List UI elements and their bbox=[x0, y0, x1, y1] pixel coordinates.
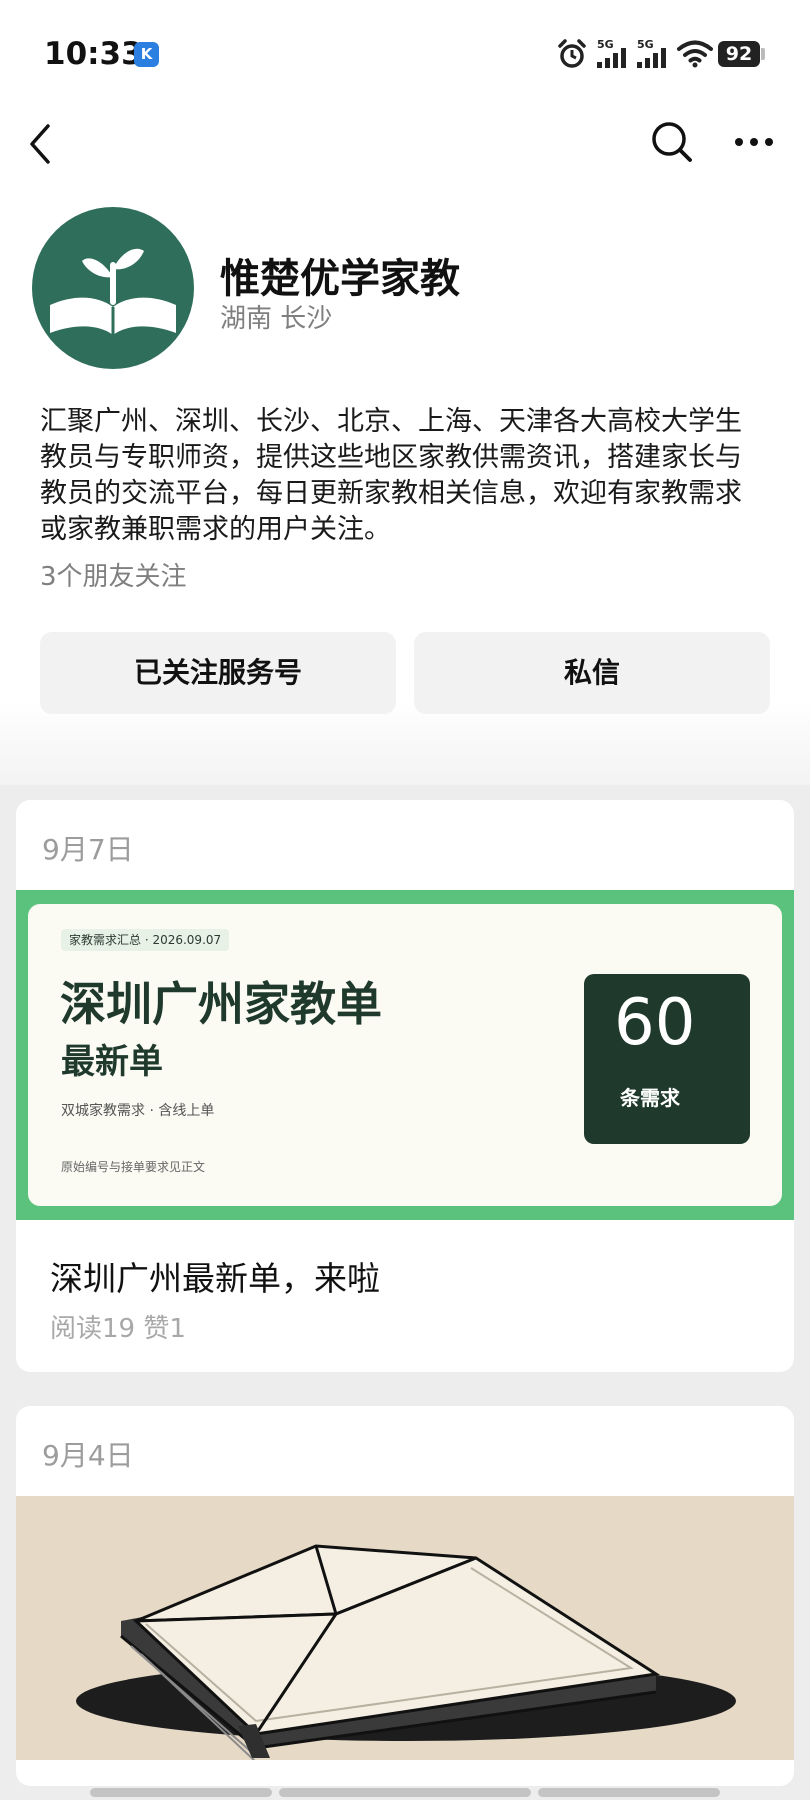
account-name: 惟楚优学家教 bbox=[220, 256, 460, 302]
k-app-icon: K bbox=[134, 42, 159, 67]
status-time: 10:33 bbox=[44, 36, 143, 72]
chevron-left-icon[interactable] bbox=[26, 122, 56, 166]
account-description: 汇聚广州、深圳、长沙、北京、上海、天津各大高校大学生教员与专职师资，提供这些地区… bbox=[40, 406, 742, 545]
battery-tip bbox=[761, 48, 765, 60]
article-title[interactable]: 深圳广州最新单，来啦 bbox=[50, 1252, 380, 1300]
cover-subtitle: 最新单 bbox=[61, 1042, 163, 1082]
friends-following-count[interactable]: 3个朋友关注 bbox=[40, 556, 187, 593]
cover-title: 深圳广州家教单 bbox=[60, 977, 382, 1031]
article-card[interactable]: 9月7日 家教需求汇总 · 2026.09.07 深圳广州家教单 最新单 双城家… bbox=[16, 800, 794, 1372]
home-indicator bbox=[538, 1788, 720, 1797]
private-message-button[interactable]: 私信 bbox=[414, 632, 770, 714]
sprout-book-logo-icon bbox=[50, 248, 176, 335]
cover-card: 家教需求汇总 · 2026.09.07 深圳广州家教单 最新单 双城家教需求 ·… bbox=[28, 904, 782, 1206]
alarm-icon bbox=[558, 39, 586, 68]
signal-5g-icon bbox=[637, 48, 666, 68]
article-date: 9月7日 bbox=[42, 833, 134, 866]
battery-icon: 92 bbox=[718, 41, 760, 67]
count-box: 60 条需求 bbox=[584, 974, 750, 1144]
cover-note: 原始编号与接单要求见正文 bbox=[61, 1160, 206, 1174]
home-indicator bbox=[279, 1788, 531, 1797]
search-icon[interactable] bbox=[650, 120, 694, 164]
article-cover-image[interactable] bbox=[16, 1496, 794, 1760]
article-stats: 阅读19 赞1 bbox=[50, 1314, 186, 1344]
account-location: 湖南 长沙 bbox=[220, 304, 333, 334]
article-card[interactable]: 9月4日 bbox=[16, 1406, 794, 1786]
wifi-icon bbox=[677, 40, 713, 68]
cover-tags: 双城家教需求 · 含线上单 bbox=[61, 1103, 215, 1119]
open-book-illustration-icon bbox=[76, 1544, 736, 1760]
avatar[interactable] bbox=[32, 207, 194, 369]
home-indicator bbox=[90, 1788, 272, 1797]
more-icon[interactable] bbox=[734, 136, 774, 148]
status-bar: 10:33 K 5G 5G 92 bbox=[0, 0, 810, 110]
article-date: 9月4日 bbox=[42, 1439, 134, 1472]
demand-count: 60 bbox=[614, 986, 696, 1060]
cover-tag: 家教需求汇总 · 2026.09.07 bbox=[61, 929, 230, 951]
demand-count-unit: 条需求 bbox=[620, 1086, 680, 1110]
article-cover-image[interactable]: 家教需求汇总 · 2026.09.07 深圳广州家教单 最新单 双城家教需求 ·… bbox=[16, 890, 794, 1220]
followed-service-account-button[interactable]: 已关注服务号 bbox=[40, 632, 396, 714]
signal-5g-icon bbox=[597, 48, 626, 68]
